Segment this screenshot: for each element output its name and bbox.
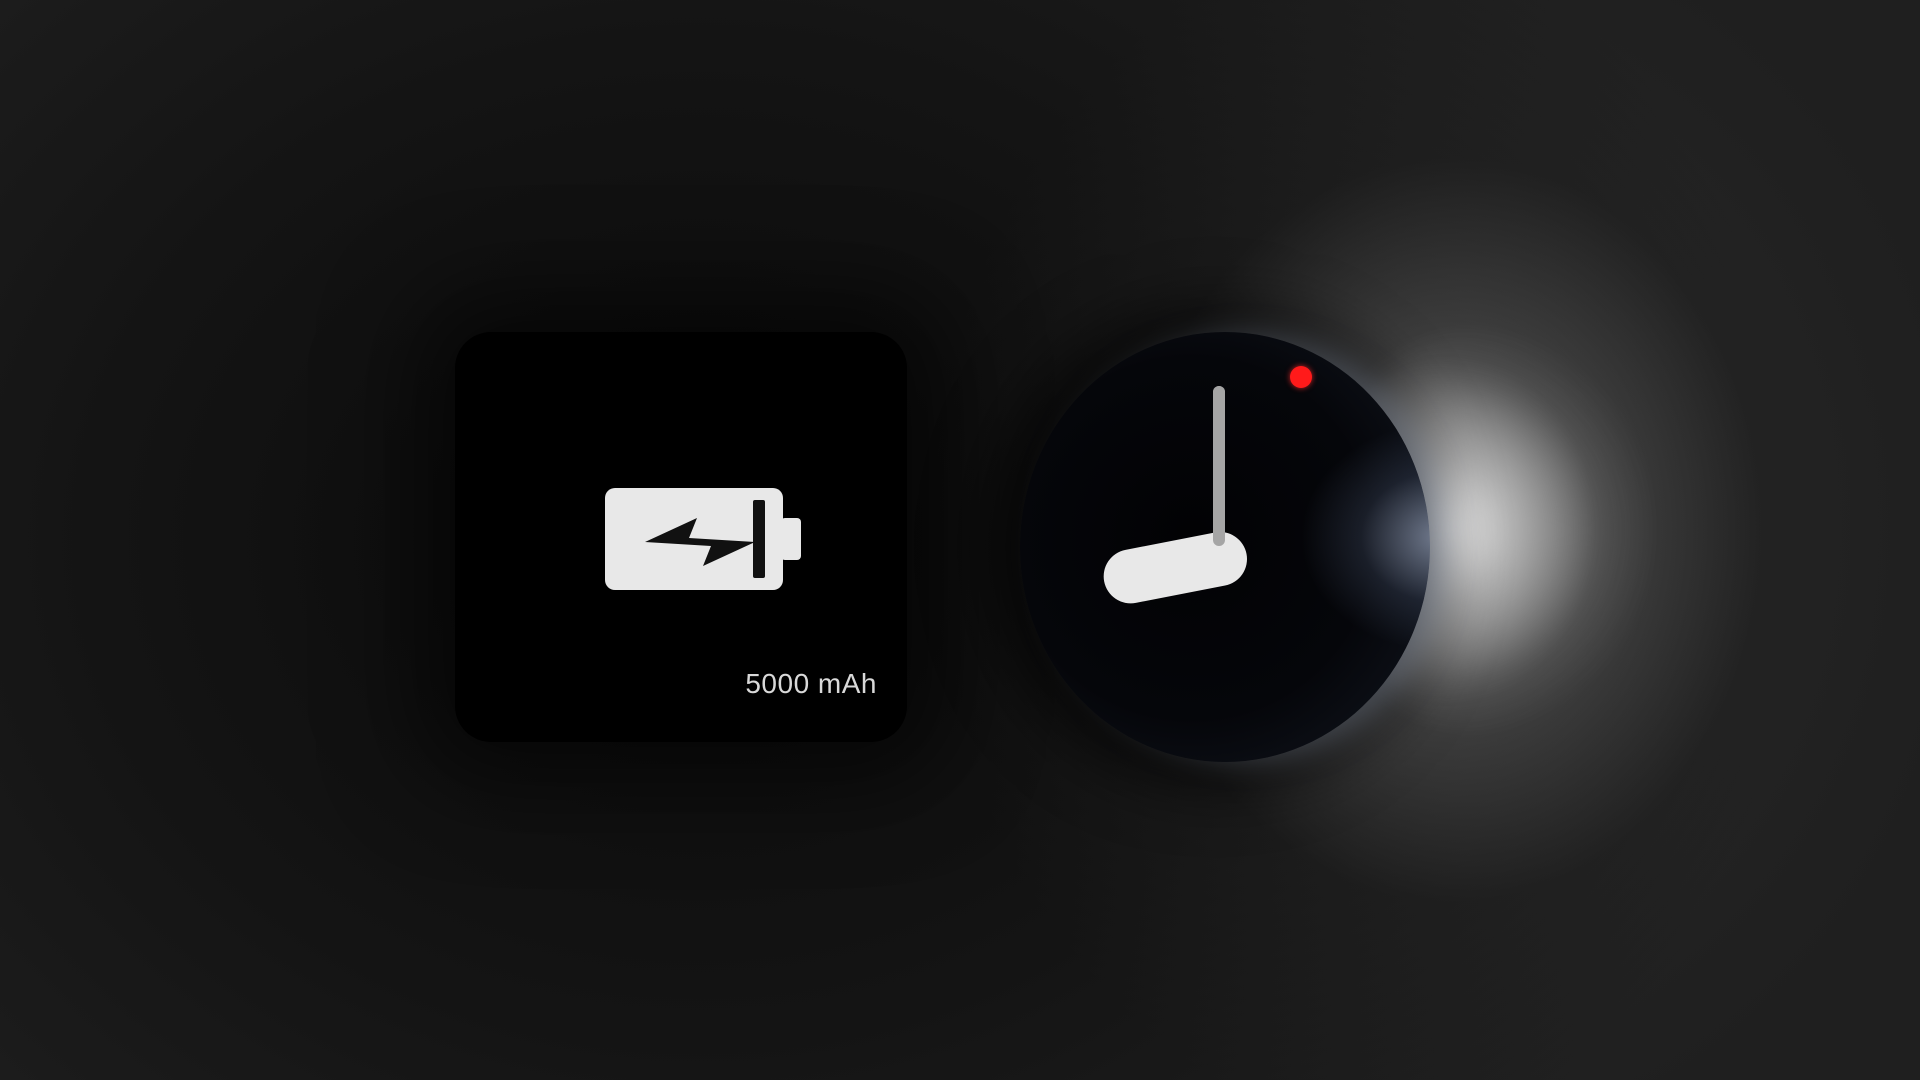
- battery-capacity-label: 5000 mAh: [745, 668, 877, 699]
- dial-sheen: [1300, 422, 1430, 652]
- minute-hand-top: [1213, 386, 1225, 546]
- promo-scene: 5000 mAh: [0, 0, 1920, 1080]
- clock-icon: [1020, 332, 1430, 762]
- hour-hand: [1099, 527, 1252, 609]
- battery-charging-icon: [605, 488, 801, 590]
- second-marker-dot: [1290, 366, 1312, 388]
- battery-card: 5000 mAh: [455, 332, 907, 742]
